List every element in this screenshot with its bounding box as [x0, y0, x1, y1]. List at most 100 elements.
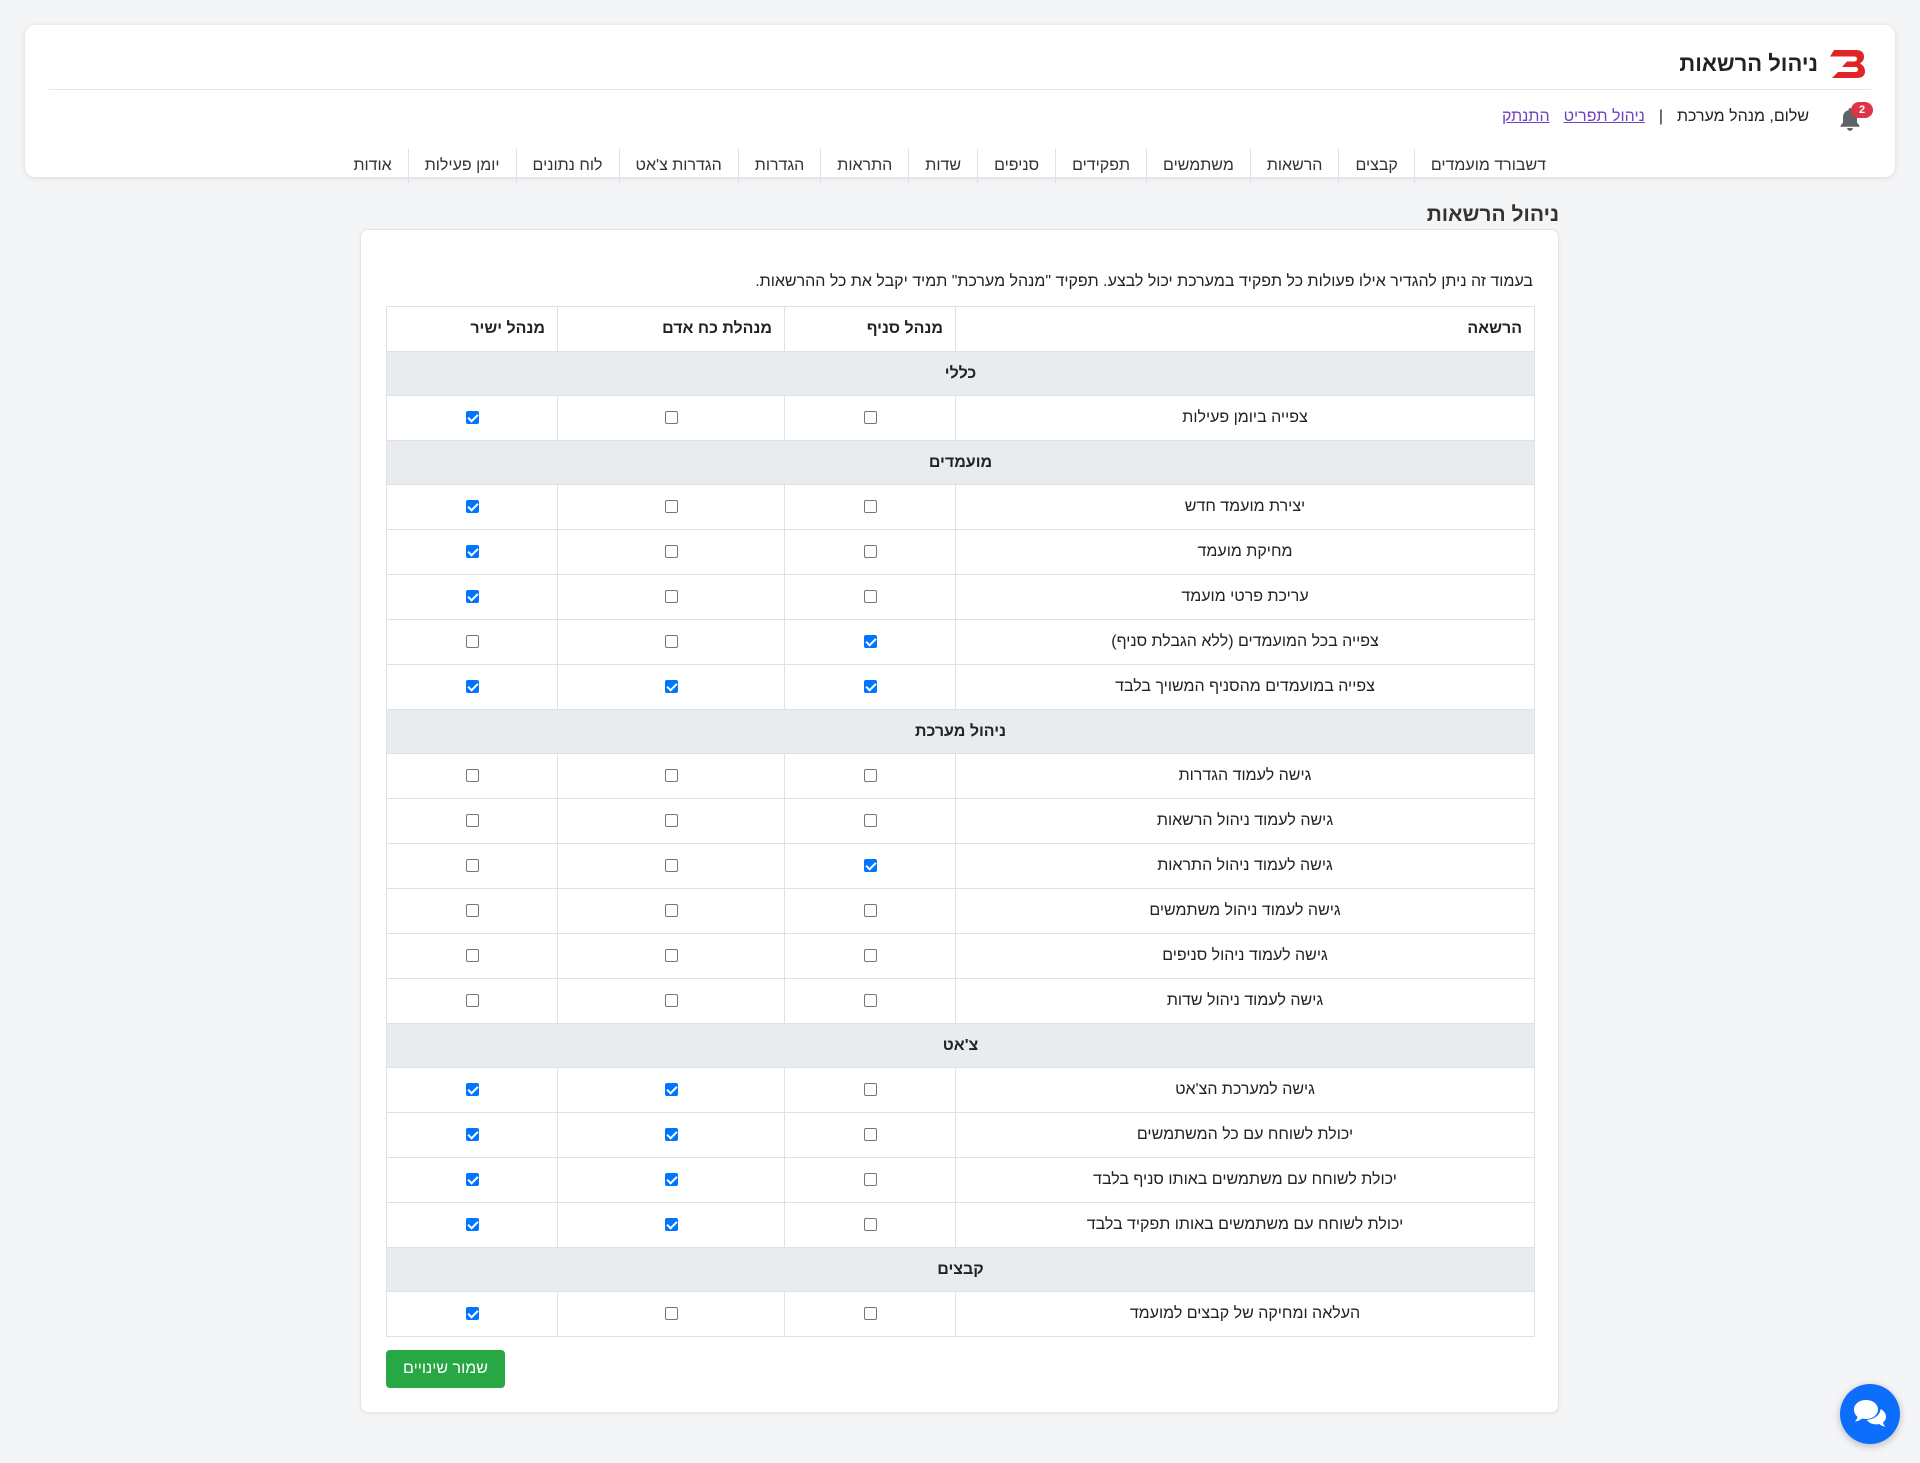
checkbox-direct-manager[interactable]: [465, 859, 479, 873]
checkbox-branch-manager[interactable]: [863, 635, 877, 649]
checkbox-hr-manager[interactable]: [664, 1307, 678, 1321]
nav-item-fields[interactable]: שדות: [908, 149, 977, 183]
section-row: קבצים: [386, 1247, 1535, 1292]
table-row: גישה לעמוד ניהול סניפים: [386, 933, 1535, 979]
checkbox-branch-manager[interactable]: [863, 904, 877, 918]
checkbox-direct-manager[interactable]: [465, 904, 479, 918]
notifications-button[interactable]: 2: [1837, 102, 1873, 132]
nav-item-about[interactable]: אודות: [337, 149, 407, 183]
nav-item-candidates-dashboard[interactable]: דשבורד מועמדים: [1413, 149, 1562, 183]
checkbox-hr-manager[interactable]: [664, 994, 678, 1008]
nav-item-settings[interactable]: הגדרות: [737, 149, 821, 183]
section-title: מועמדים: [386, 440, 1535, 485]
checkbox-direct-manager[interactable]: [465, 500, 479, 514]
checkbox-branch-manager[interactable]: [863, 859, 877, 873]
save-changes-button[interactable]: שמור שינויים: [386, 1350, 505, 1388]
permission-name: גישה לעמוד ניהול שדות: [955, 978, 1535, 1024]
checkbox-branch-manager[interactable]: [863, 769, 877, 783]
checkbox-branch-manager[interactable]: [863, 1128, 877, 1142]
permission-cell: [784, 619, 956, 665]
checkbox-hr-manager[interactable]: [664, 814, 678, 828]
permission-cell: [784, 798, 956, 844]
checkbox-hr-manager[interactable]: [664, 859, 678, 873]
checkbox-direct-manager[interactable]: [465, 411, 479, 425]
checkbox-direct-manager[interactable]: [465, 994, 479, 1008]
permission-name: יצירת מועמד חדש: [955, 484, 1535, 530]
checkbox-direct-manager[interactable]: [465, 545, 479, 559]
permission-cell: [557, 664, 785, 710]
logout-link[interactable]: התנתק: [1502, 108, 1550, 126]
checkbox-hr-manager[interactable]: [664, 904, 678, 918]
page-title: ניהול הרשאות: [1426, 203, 1559, 226]
permission-cell: [557, 933, 785, 979]
checkbox-hr-manager[interactable]: [664, 1083, 678, 1097]
permission-name: יכולת לשוחח עם משתמשים באותו סניף בלבד: [955, 1157, 1535, 1203]
nav-item-activity-log[interactable]: יומן פעילות: [407, 149, 516, 183]
permission-cell: [557, 395, 785, 441]
checkbox-hr-manager[interactable]: [664, 411, 678, 425]
permission-name: צפייה ביומן פעילות: [955, 395, 1535, 441]
nav-item-users[interactable]: משתמשים: [1146, 149, 1250, 183]
user-bar-separator: |: [1658, 108, 1663, 125]
nav-item-data-board[interactable]: לוח נתונים: [515, 149, 619, 183]
checkbox-branch-manager[interactable]: [863, 680, 877, 694]
checkbox-direct-manager[interactable]: [465, 680, 479, 694]
checkbox-branch-manager[interactable]: [863, 1083, 877, 1097]
menu-management-link[interactable]: ניהול תפריט: [1564, 108, 1645, 126]
permission-cell: [557, 843, 785, 889]
checkbox-branch-manager[interactable]: [863, 814, 877, 828]
permission-cell: [557, 1112, 785, 1158]
checkbox-direct-manager[interactable]: [465, 1083, 479, 1097]
chat-button[interactable]: [1840, 1384, 1900, 1444]
brand-logo-icon[interactable]: [1828, 46, 1868, 82]
checkbox-direct-manager[interactable]: [465, 814, 479, 828]
col-header-direct-manager: מנהל ישיר: [386, 306, 558, 352]
checkbox-branch-manager[interactable]: [863, 994, 877, 1008]
checkbox-hr-manager[interactable]: [664, 545, 678, 559]
nav-item-chat-settings[interactable]: הגדרות צ'אט: [618, 149, 738, 183]
table-header-row: הרשאה מנהל סניף מנהלת כח אדם מנהל ישיר: [386, 306, 1535, 352]
permissions-table: הרשאה מנהל סניף מנהלת כח אדם מנהל ישיר כ…: [386, 306, 1535, 1337]
permission-cell: [386, 843, 558, 889]
checkbox-hr-manager[interactable]: [664, 1218, 678, 1232]
checkbox-direct-manager[interactable]: [465, 590, 479, 604]
table-row: צפייה בכל המועמדים (ללא הגבלת סניף): [386, 619, 1535, 665]
checkbox-hr-manager[interactable]: [664, 590, 678, 604]
permission-cell: [557, 529, 785, 575]
permission-cell: [784, 395, 956, 441]
checkbox-hr-manager[interactable]: [664, 949, 678, 963]
checkbox-hr-manager[interactable]: [664, 680, 678, 694]
checkbox-direct-manager[interactable]: [465, 1307, 479, 1321]
checkbox-branch-manager[interactable]: [863, 590, 877, 604]
checkbox-hr-manager[interactable]: [664, 1173, 678, 1187]
checkbox-branch-manager[interactable]: [863, 1307, 877, 1321]
permission-cell: [386, 395, 558, 441]
checkbox-branch-manager[interactable]: [863, 949, 877, 963]
checkbox-hr-manager[interactable]: [664, 1128, 678, 1142]
nav-item-roles[interactable]: תפקידים: [1055, 149, 1146, 183]
table-row: יכולת לשוחח עם משתמשים באותו תפקיד בלבד: [386, 1202, 1535, 1248]
checkbox-branch-manager[interactable]: [863, 545, 877, 559]
nav-item-permissions[interactable]: הרשאות: [1249, 149, 1339, 183]
checkbox-direct-manager[interactable]: [465, 1173, 479, 1187]
checkbox-hr-manager[interactable]: [664, 769, 678, 783]
permission-cell: [784, 933, 956, 979]
table-row: גישה לעמוד ניהול הרשאות: [386, 798, 1535, 844]
checkbox-direct-manager[interactable]: [465, 1128, 479, 1142]
table-row: גישה למערכת הצ'אט: [386, 1067, 1535, 1113]
checkbox-direct-manager[interactable]: [465, 769, 479, 783]
nav-item-branches[interactable]: סניפים: [977, 149, 1055, 183]
checkbox-direct-manager[interactable]: [465, 635, 479, 649]
checkbox-branch-manager[interactable]: [863, 500, 877, 514]
permission-cell: [557, 619, 785, 665]
checkbox-branch-manager[interactable]: [863, 411, 877, 425]
permission-name: מחיקת מועמד: [955, 529, 1535, 575]
checkbox-direct-manager[interactable]: [465, 949, 479, 963]
checkbox-direct-manager[interactable]: [465, 1218, 479, 1232]
checkbox-branch-manager[interactable]: [863, 1173, 877, 1187]
nav-item-files[interactable]: קבצים: [1338, 149, 1413, 183]
nav-item-alerts[interactable]: התראות: [820, 149, 908, 183]
checkbox-hr-manager[interactable]: [664, 500, 678, 514]
checkbox-hr-manager[interactable]: [664, 635, 678, 649]
checkbox-branch-manager[interactable]: [863, 1218, 877, 1232]
